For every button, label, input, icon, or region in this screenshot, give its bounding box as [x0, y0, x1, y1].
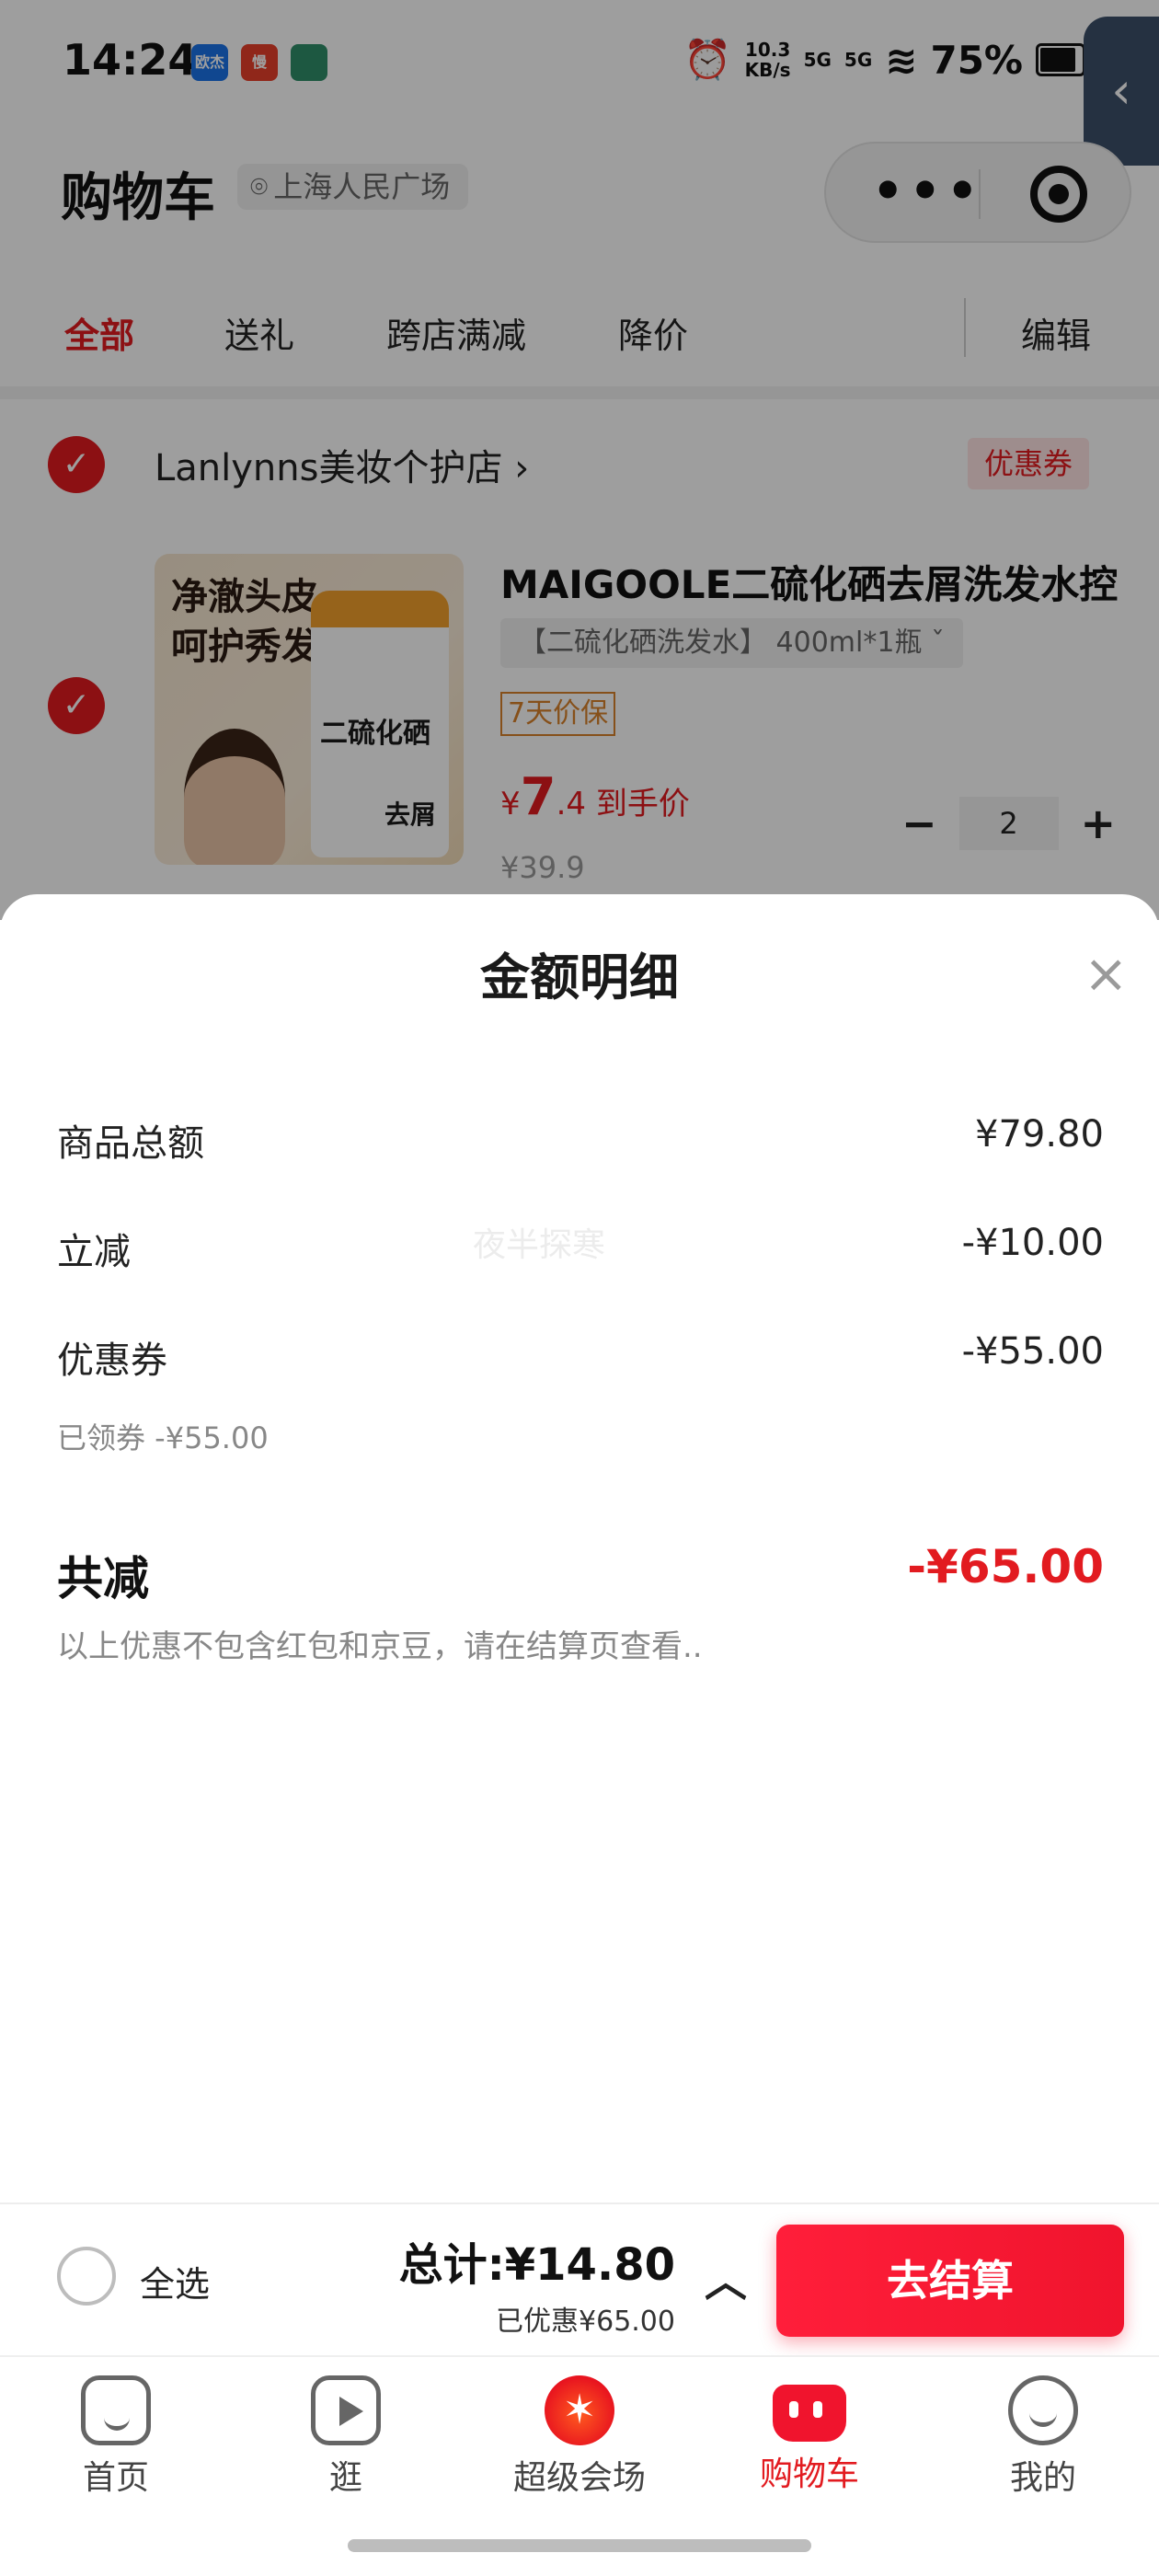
discount-note: 以上优惠不包含红包和京豆，请在结算页查看.. — [57, 1628, 703, 1665]
nav-label: 我的 — [1009, 2459, 1076, 2497]
chevron-up-icon[interactable]: ︿ — [705, 2248, 747, 2309]
total-discount-value: -¥65.00 — [907, 1540, 1104, 1593]
goods-total-label: 商品总额 — [57, 1122, 204, 1165]
modal-overlay[interactable] — [0, 0, 1159, 920]
cart-page-background: 14:24 欧杰 慢 ⏰ 10.3 KB/s 5G 5G ≋ 75% ‹ 购物车… — [0, 0, 1159, 938]
home-indicator[interactable] — [348, 2539, 811, 2552]
nav-cart[interactable]: 购物车 — [717, 2375, 901, 2495]
nav-super-venue[interactable]: ✶ 超级会场 — [488, 2375, 671, 2499]
nav-home[interactable]: 首页 — [24, 2375, 208, 2499]
goods-total-value: ¥79.80 — [975, 1113, 1104, 1156]
coupon-claimed-note: 已领券 -¥55.00 — [57, 1420, 269, 1455]
checkout-button[interactable]: 去结算 — [776, 2225, 1124, 2337]
nav-label: 逛 — [328, 2459, 362, 2497]
super-venue-icon: ✶ — [545, 2375, 614, 2445]
checkout-bar: 全选 总计:¥14.80 已优惠¥65.00 ︿ 去结算 — [0, 2202, 1159, 2355]
select-all-label[interactable]: 全选 — [140, 2256, 210, 2306]
nav-label: 超级会场 — [512, 2459, 646, 2497]
close-icon[interactable]: × — [1084, 942, 1129, 1005]
amount-detail-sheet: 金额明细 × 夜半探寒 商品总额 ¥79.80 立减 -¥10.00 优惠券 -… — [0, 894, 1159, 2210]
saved-amount: 已优惠¥65.00 — [496, 2306, 675, 2338]
instant-discount-label: 立减 — [57, 1231, 131, 1273]
coupon-label: 优惠券 — [57, 1340, 167, 1382]
play-icon — [311, 2375, 381, 2445]
sheet-title: 金额明细 — [480, 949, 679, 1006]
total-discount-label: 共减 — [57, 1552, 149, 1605]
nav-me[interactable]: 我的 — [951, 2375, 1135, 2499]
cart-icon — [773, 2385, 846, 2442]
total-price: 总计:¥14.80 — [398, 2239, 675, 2291]
nav-label: 首页 — [82, 2459, 149, 2497]
watermark: 夜半探寒 — [473, 1226, 606, 1264]
nav-label: 购物车 — [759, 2455, 859, 2493]
smile-icon — [1008, 2375, 1078, 2445]
home-icon — [81, 2375, 151, 2445]
coupon-value: -¥55.00 — [961, 1330, 1104, 1373]
instant-discount-value: -¥10.00 — [961, 1222, 1104, 1264]
select-all-radio[interactable] — [57, 2247, 116, 2306]
nav-browse[interactable]: 逛 — [254, 2375, 438, 2499]
